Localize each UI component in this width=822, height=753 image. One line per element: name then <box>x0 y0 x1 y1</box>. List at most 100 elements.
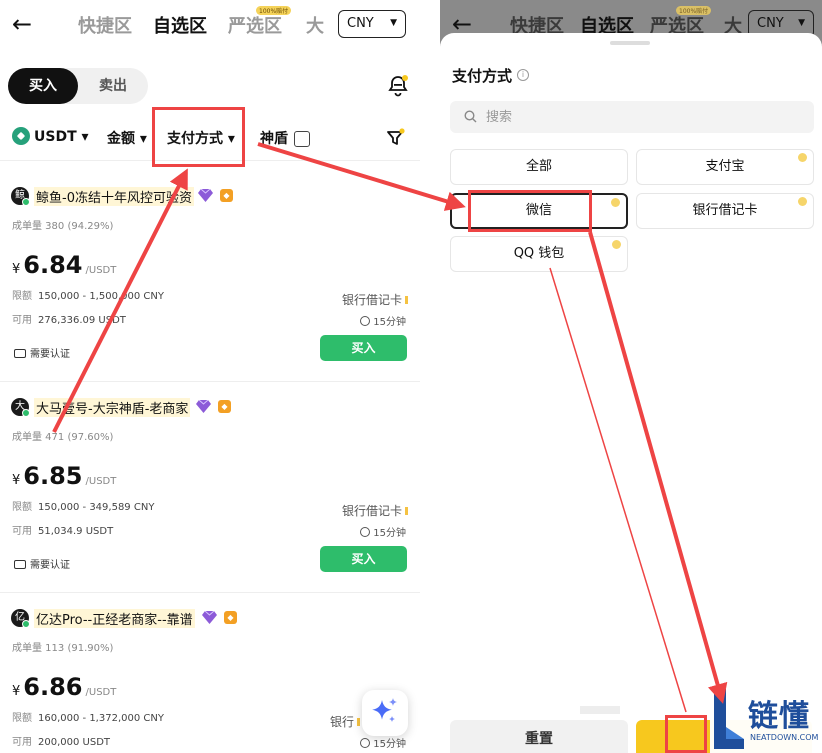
tab-strict-select[interactable]: 严选区 <box>228 12 282 38</box>
limit-label: 限额 <box>12 713 32 724</box>
faded-strip <box>580 706 620 714</box>
verification-label: 需要认证 <box>30 560 70 571</box>
reset-button[interactable]: 重置 <box>450 720 628 753</box>
currency-label: CNY <box>347 16 374 31</box>
listing-card: 亿 亿达Pro--正经老商家--靠谱 ◆ 成单量 113 (91.90%) ¥6… <box>0 609 420 753</box>
shield-filter[interactable]: 神盾 <box>260 128 310 148</box>
coin-icon <box>798 197 807 206</box>
price: ¥6.84/USDT <box>12 251 116 279</box>
sheet-drag-handle[interactable] <box>610 41 650 45</box>
sell-tab[interactable]: 卖出 <box>78 68 148 104</box>
limit-value: 160,000 - 1,372,000 CNY <box>38 713 164 724</box>
back-arrow-icon[interactable]: ← <box>12 10 32 38</box>
merchant-shield-icon: ◆ <box>220 189 233 202</box>
limit-label: 限额 <box>12 291 32 302</box>
order-volume: 成单量 113 (91.90%) <box>12 643 114 654</box>
option-alipay-label: 支付宝 <box>705 159 745 174</box>
tab-self-select[interactable]: 自选区 <box>153 12 207 38</box>
clock-icon <box>360 527 371 537</box>
available-amount: 可用 276,336.09 USDT <box>12 311 126 326</box>
compensation-badge: 100%赔付 <box>256 6 292 15</box>
currency-symbol: ¥ <box>12 684 21 699</box>
available-value: 51,034.9 USDT <box>38 526 114 537</box>
chevron-down-icon: ▾ <box>139 131 147 147</box>
option-bank-debit-card[interactable]: 银行借记卡 <box>636 193 814 229</box>
payment-method-filter[interactable]: 支付方式 ▾ <box>167 128 235 148</box>
watermark-logo-icon <box>714 689 744 749</box>
sparkle-icon <box>372 698 397 722</box>
option-all[interactable]: 全部 <box>450 149 628 185</box>
limit-range: 限额 160,000 - 1,372,000 CNY <box>12 709 164 724</box>
right-screen: ← 快捷区 自选区 严选区 100%赔付 大 CNY ▼ 支付方式i 全部 支付… <box>440 0 822 753</box>
price: ¥6.85/USDT <box>12 462 116 490</box>
shield-checkbox[interactable] <box>294 131 310 147</box>
merchant-shield-icon: ◆ <box>224 611 237 624</box>
online-status-dot <box>22 198 30 206</box>
available-amount: 可用 51,034.9 USDT <box>12 522 113 537</box>
buy-button[interactable]: 买入 <box>320 335 407 361</box>
tab-quick-zone[interactable]: 快捷区 <box>78 12 132 38</box>
option-wechat[interactable]: 微信 <box>450 193 628 229</box>
limit-label: 限额 <box>12 502 32 513</box>
tab-bulk-truncated[interactable]: 大 <box>306 12 332 38</box>
panel-gap <box>420 0 440 753</box>
option-qq-wallet[interactable]: QQ 钱包 <box>450 236 628 272</box>
coin-filter-label: USDT <box>34 129 77 145</box>
divider <box>0 592 420 593</box>
currency-symbol: ¥ <box>12 262 21 277</box>
coin-filter[interactable]: USDT ▾ <box>12 127 89 146</box>
merchant-name[interactable]: 鲸鱼-0冻结十年风控可验资 <box>34 187 194 206</box>
currency-label: CNY <box>757 16 784 31</box>
diamond-icon <box>196 400 211 413</box>
option-alipay[interactable]: 支付宝 <box>636 149 814 185</box>
price: ¥6.86/USDT <box>12 673 116 701</box>
listing-card: 鲸 鲸鱼-0冻结十年风控可验资 ◆ 成单量 380 (94.29%) ¥6.84… <box>0 187 420 397</box>
clock-icon <box>360 316 371 326</box>
merchant-name[interactable]: 亿达Pro--正经老商家--靠谱 <box>34 609 195 628</box>
amount-filter[interactable]: 金额 ▾ <box>107 128 147 148</box>
info-icon[interactable]: i <box>517 68 530 81</box>
payment-time: 15分钟 <box>360 735 406 750</box>
diamond-icon <box>202 611 217 624</box>
coin-icon <box>611 198 620 207</box>
price-unit: /USDT <box>85 476 117 487</box>
coin-icon <box>798 153 807 162</box>
online-status-dot <box>22 409 30 417</box>
limit-range: 限额 150,000 - 1,500,000 CNY <box>12 287 164 302</box>
listing-card: 大 大马壹号-大宗神盾-老商家 ◆ 成单量 471 (97.60%) ¥6.85… <box>0 398 420 608</box>
buy-tab[interactable]: 买入 <box>8 68 78 104</box>
limit-value: 150,000 - 349,589 CNY <box>38 502 155 513</box>
sheet-title-text: 支付方式 <box>452 67 513 85</box>
available-label: 可用 <box>12 526 32 537</box>
payment-method-sheet: 支付方式 i 全部 支付宝 微信 银行借记卡 QQ 钱包 重置 <box>440 33 822 753</box>
divider <box>0 381 420 382</box>
divider <box>0 160 420 161</box>
chevron-down-icon: ▾ <box>227 131 235 147</box>
ai-assistant-button[interactable] <box>362 690 408 736</box>
usdt-coin-icon <box>12 127 30 145</box>
merchant-name[interactable]: 大马壹号-大宗神盾-老商家 <box>34 398 191 417</box>
order-volume: 成单量 471 (97.60%) <box>12 432 114 443</box>
price-value: 6.84 <box>23 251 83 279</box>
available-label: 可用 <box>12 315 32 326</box>
price-unit: /USDT <box>85 265 117 276</box>
top-nav: ← 快捷区 自选区 严选区 100%赔付 大 CNY ▼ <box>0 0 420 50</box>
available-amount: 可用 200,000 USDT <box>12 733 110 748</box>
coin-icon <box>612 240 621 249</box>
online-status-dot <box>22 620 30 628</box>
amount-filter-label: 金额 <box>107 131 135 147</box>
search-input[interactable] <box>486 101 786 133</box>
filter-funnel-icon[interactable] <box>386 128 406 148</box>
watermark: 链懂 NEATDOWN.COM <box>710 683 822 753</box>
currency-selector[interactable]: CNY ▼ <box>338 10 406 38</box>
filter-bar: USDT ▾ 金额 ▾ 支付方式 ▾ 神盾 <box>0 116 420 160</box>
price-unit: /USDT <box>85 687 117 698</box>
payment-time: 15分钟 <box>360 313 406 328</box>
payment-method: 银行 <box>330 713 360 730</box>
notification-bell-icon[interactable] <box>386 74 410 98</box>
clock-icon <box>360 738 371 748</box>
price-value: 6.85 <box>23 462 83 490</box>
diamond-icon <box>198 189 213 202</box>
verification-label: 需要认证 <box>30 349 70 360</box>
buy-button[interactable]: 买入 <box>320 546 407 572</box>
